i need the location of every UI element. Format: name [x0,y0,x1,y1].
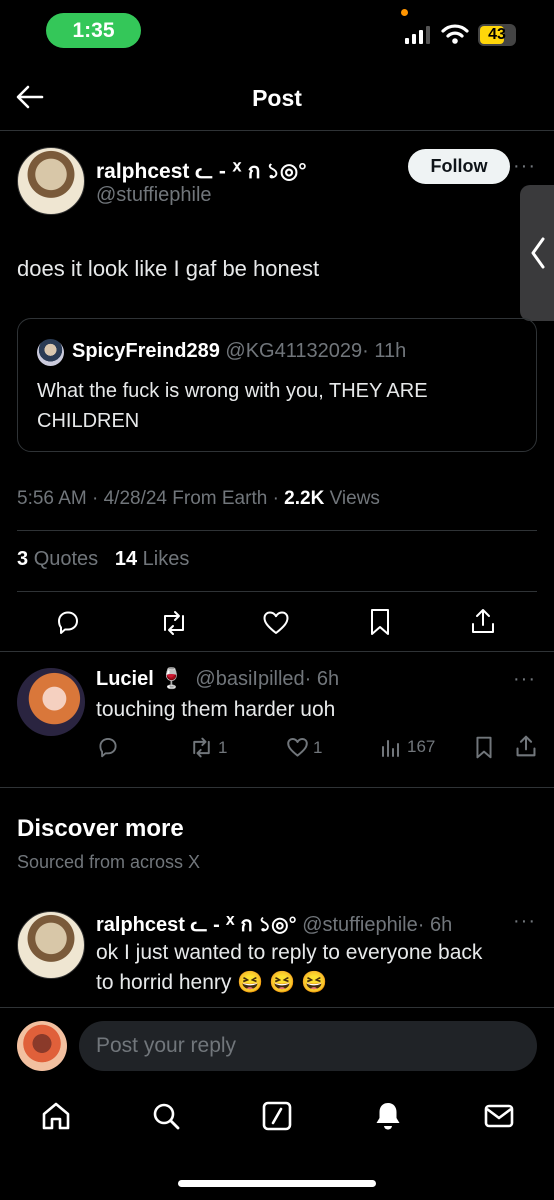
discover-author-handle[interactable]: @stuffiephile [302,914,418,936]
status-time: 1:35 [46,13,141,48]
share-icon[interactable] [470,607,496,635]
bell-icon[interactable] [372,1100,404,1132]
discover-post-time: · 6h [417,914,453,936]
reply-time: · 6h [304,668,340,690]
bookmark-icon[interactable] [369,608,391,636]
ellipsis-icon[interactable]: ··· [513,155,536,178]
privacy-indicator [401,9,408,16]
discover-author-name[interactable]: ralphcest ᓚ - ᕽ ก ১◎° [96,914,297,936]
quoted-author-handle: @KG41132029 [225,340,363,362]
home-icon[interactable] [40,1100,72,1132]
like-count: 1 [313,737,323,757]
reply-repost[interactable]: 1 [189,737,227,758]
home-indicator[interactable] [178,1180,376,1187]
mail-icon[interactable] [483,1100,515,1132]
discover-avatar[interactable] [17,911,85,979]
divider [0,787,554,788]
bar-chart-icon [382,740,399,757]
quoted-text-line: CHILDREN [37,410,140,432]
post-timestamp: 5:56 AM · 4/28/24 From Earth · [17,488,279,509]
ellipsis-icon[interactable]: ··· [513,668,536,691]
post-meta: 5:56 AM · 4/28/24 From Earth · 2.2K View… [17,488,380,510]
reply-input[interactable]: Post your reply [79,1021,537,1071]
reply-like[interactable]: 1 [286,737,322,758]
repost-icon [193,737,210,758]
reply-views[interactable]: 167 [381,737,435,757]
views-label: Views [329,488,380,509]
my-avatar[interactable] [17,1021,67,1071]
avatar[interactable] [17,147,85,215]
quotes-label: Quotes [33,548,99,570]
quoted-text: What the fuck is wrong with you, THEY AR… [37,376,428,436]
reply-text: touching them harder uoh [96,698,336,721]
section-subtitle: Sourced from across X [17,852,201,872]
search-icon[interactable] [150,1100,182,1132]
status-time-text: 1:35 [72,18,115,42]
post-text: does it look like I gaf be honest [17,256,320,281]
wine-emoji: 🍷 [159,668,185,690]
discover-text-line: to horrid henry 😆 😆 😆 [96,971,328,994]
wifi-icon [441,24,469,44]
comment-icon[interactable] [55,609,81,635]
comment-icon[interactable] [97,736,119,758]
reply-avatar[interactable] [17,668,85,736]
author-handle[interactable]: @stuffiephile [96,184,212,207]
repost-count: 1 [218,737,228,757]
quoted-text-line: What the fuck is wrong with you, THEY AR… [37,380,428,402]
ellipsis-icon[interactable]: ··· [513,910,536,933]
quoted-time: · 11h [362,340,407,362]
page-title: Post [252,85,302,111]
likes-label: Likes [142,548,190,570]
divider [17,530,537,531]
battery-level: 43 [488,26,506,43]
quoted-header: SpicyFreind289 @KG41132029· 11h [72,340,406,363]
post-stats[interactable]: 3 Quotes 14 Likes [17,548,189,571]
header-divider [0,130,554,131]
likes-count: 14 [114,548,138,570]
reply-author-name[interactable]: Luciel [96,668,154,690]
section-title: Discover more [17,815,184,842]
follow-button[interactable]: Follow [408,149,510,184]
divider [0,1007,554,1008]
bookmark-icon[interactable] [475,736,493,759]
quotes-count: 3 [17,548,29,570]
views-count: 2.2K [284,488,325,509]
battery-indicator: 43 [478,24,516,46]
quoted-author-name: SpicyFreind289 [72,340,220,362]
share-icon[interactable] [515,734,537,758]
divider [0,651,554,652]
reply-author-handle[interactable]: @basiIpilled [195,668,304,690]
compose-icon[interactable] [261,1100,293,1132]
reply-header: Luciel 🍷 @basiIpilled· 6h [96,666,339,691]
repost-icon[interactable] [159,610,189,636]
views-count: 167 [407,737,436,756]
divider [17,591,537,592]
side-drawer-tab[interactable] [520,185,554,321]
discover-text-line: ok I just wanted to reply to everyone ba… [96,941,483,964]
heart-icon [287,738,308,757]
discover-post-text: ok I just wanted to reply to everyone ba… [96,938,482,998]
heart-icon[interactable] [262,610,290,636]
quoted-avatar [37,339,64,366]
signal-icon [405,26,433,44]
